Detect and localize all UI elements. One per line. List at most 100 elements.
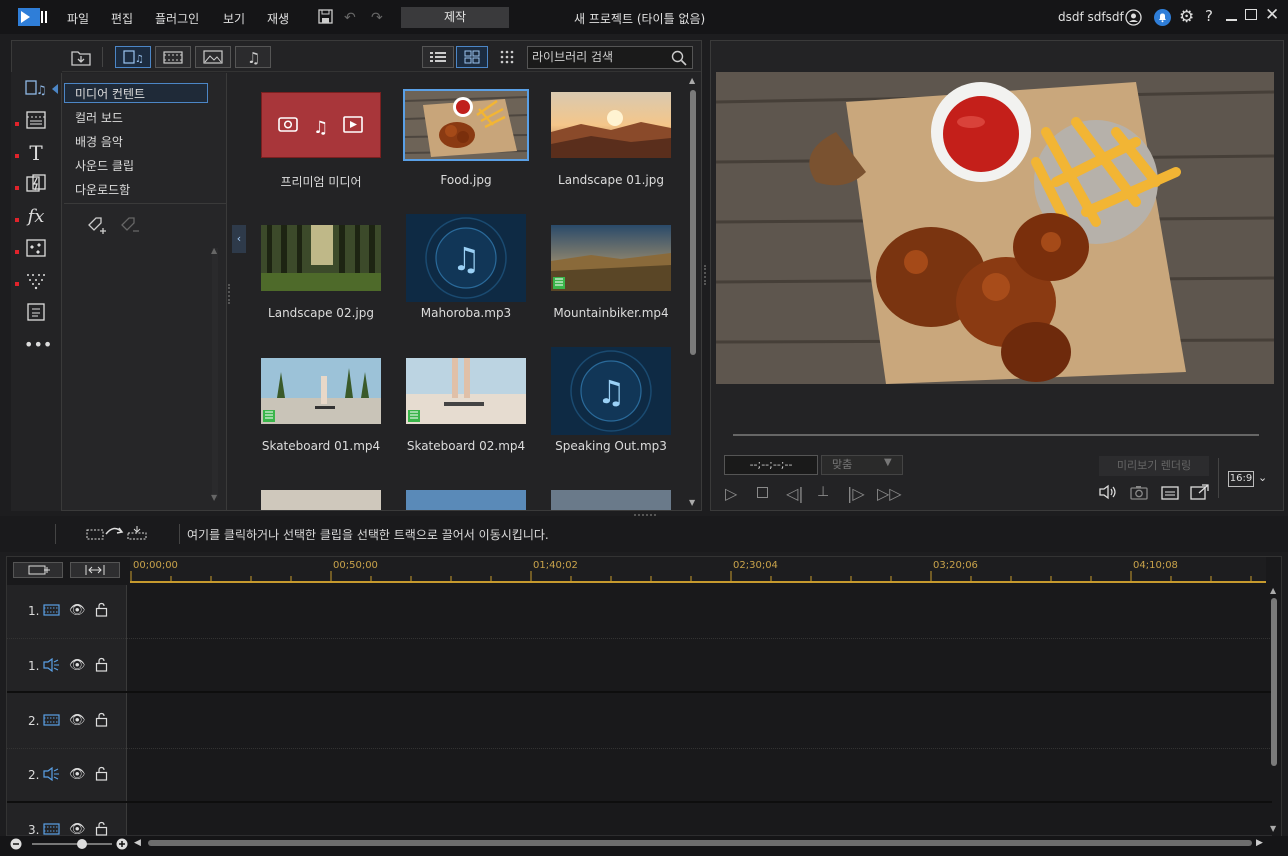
user-avatar-icon[interactable]	[1125, 9, 1142, 26]
grid-view-button[interactable]	[456, 46, 488, 68]
zoom-slider[interactable]	[32, 843, 112, 845]
category-downloads[interactable]: 다운로드함	[75, 181, 130, 198]
pip-room-icon[interactable]	[24, 237, 48, 261]
redo-icon[interactable]: ↷	[371, 10, 383, 26]
filter-image-button[interactable]	[195, 46, 231, 68]
lock-icon[interactable]	[95, 766, 108, 781]
category-background-music[interactable]: 배경 음악	[75, 133, 123, 150]
scroll-up-icon[interactable]: ▲	[1270, 586, 1276, 595]
transition-room-icon[interactable]	[24, 173, 48, 197]
zoom-slider-handle[interactable]	[77, 839, 87, 849]
fit-timeline-button[interactable]	[70, 562, 120, 578]
maximize-icon[interactable]	[1245, 9, 1257, 20]
category-color-board[interactable]: 컬러 보드	[75, 109, 123, 126]
scroll-down-icon[interactable]: ▼	[1270, 824, 1276, 833]
next-frame-icon[interactable]: |▷	[847, 484, 865, 503]
timecode-display[interactable]: --;--;--;--	[724, 455, 818, 475]
minimize-icon[interactable]	[1226, 19, 1237, 21]
library-search-input[interactable]: 라이브러리 검색	[527, 46, 693, 69]
close-icon[interactable]: ✕	[1265, 5, 1279, 25]
help-icon[interactable]: ?	[1205, 7, 1213, 25]
category-sound-clips[interactable]: 사운드 클립	[75, 157, 134, 174]
split-clip-icon[interactable]: ⊥	[817, 484, 829, 500]
particle-room-icon[interactable]	[24, 269, 48, 293]
menu-view[interactable]: 보기	[223, 10, 245, 27]
eye-icon[interactable]: 👁	[69, 603, 86, 618]
menu-edit[interactable]: 편집	[111, 10, 133, 27]
scroll-down-icon[interactable]: ▼	[211, 493, 217, 502]
effect-room-icon[interactable]: fx	[24, 205, 48, 229]
more-rooms-icon[interactable]: •••	[24, 333, 52, 357]
scroll-left-icon[interactable]: ◀	[134, 838, 141, 848]
user-name[interactable]: dsdf sdfsdf	[1058, 10, 1124, 24]
timeline-ruler[interactable]	[130, 557, 1266, 583]
lock-icon[interactable]	[95, 657, 108, 672]
preview-seek-bar[interactable]	[733, 434, 1259, 436]
filter-audio-button[interactable]: ♫	[235, 46, 271, 68]
scroll-up-icon[interactable]: ▲	[689, 76, 695, 85]
notification-bell-icon[interactable]	[1154, 9, 1171, 26]
undo-icon[interactable]: ↶	[344, 10, 356, 26]
filter-video-button[interactable]	[155, 46, 191, 68]
remove-tag-icon[interactable]	[119, 215, 141, 237]
timeline-vertical-scrollbar[interactable]	[1271, 598, 1277, 766]
search-icon[interactable]	[671, 50, 687, 66]
play-icon[interactable]: ▷	[725, 484, 737, 503]
subtitle-toggle-icon[interactable]	[1161, 486, 1179, 500]
volume-icon[interactable]	[1098, 484, 1118, 500]
subtitle-room-icon[interactable]	[24, 301, 48, 325]
filter-all-media-button[interactable]: ♫	[115, 46, 151, 68]
snapshot-camera-icon[interactable]	[1130, 485, 1148, 500]
timeline-horizontal-scrollbar[interactable]	[148, 840, 1252, 846]
category-scrollbar[interactable]	[212, 248, 218, 498]
add-tag-icon[interactable]	[86, 215, 108, 237]
chevron-down-icon[interactable]: ▼	[884, 457, 892, 468]
track-row-audio-2[interactable]	[7, 750, 1272, 803]
render-preview-button[interactable]: 미리보기 렌더링	[1099, 456, 1209, 476]
fast-forward-icon[interactable]: ▷▷	[877, 484, 902, 503]
panel-resize-handle[interactable]	[704, 265, 707, 285]
media-tile-partial[interactable]	[261, 490, 381, 510]
eye-icon[interactable]: 👁	[69, 767, 86, 782]
template-room-icon[interactable]	[24, 109, 48, 133]
category-media-content[interactable]: 미디어 컨텐트	[75, 85, 145, 102]
lock-icon[interactable]	[95, 821, 108, 836]
track-row-audio-1[interactable]	[7, 640, 1272, 693]
produce-tab[interactable]: 제작	[401, 7, 509, 28]
previous-frame-icon[interactable]: ◁|	[786, 484, 804, 503]
menu-playback[interactable]: 재생	[267, 10, 289, 27]
media-grid-scrollbar[interactable]	[690, 90, 696, 355]
media-tile-partial[interactable]	[551, 490, 671, 510]
lock-icon[interactable]	[95, 712, 108, 727]
stop-icon[interactable]	[757, 487, 768, 498]
scroll-down-icon[interactable]: ▼	[689, 498, 695, 507]
dots-grid-icon[interactable]	[500, 50, 514, 64]
move-clip-to-track-icon[interactable]	[86, 524, 152, 542]
title-room-icon[interactable]: T	[24, 141, 48, 165]
collapse-panel-button[interactable]: ‹	[232, 225, 246, 253]
eye-icon[interactable]: 👁	[69, 822, 86, 837]
menu-plugins[interactable]: 플러그인	[155, 10, 199, 27]
timeline-instruction[interactable]: 여기를 클릭하거나 선택한 클립을 선택한 트랙으로 끌어서 이동시킵니다.	[187, 526, 549, 543]
track-row-video-2[interactable]	[7, 695, 1272, 749]
menu-file[interactable]: 파일	[67, 10, 89, 27]
media-room-icon[interactable]: ♫	[24, 77, 48, 101]
zoom-in-icon[interactable]	[116, 838, 128, 850]
scroll-right-icon[interactable]: ▶	[1256, 838, 1263, 848]
eye-icon[interactable]: 👁	[69, 713, 86, 728]
undock-preview-icon[interactable]	[1190, 484, 1210, 500]
lock-icon[interactable]	[95, 602, 108, 617]
panel-resize-handle[interactable]	[228, 284, 231, 304]
aspect-chevron-icon[interactable]: ⌄	[1258, 471, 1267, 484]
import-media-icon[interactable]	[71, 48, 91, 66]
track-row-video-1[interactable]	[7, 585, 1272, 639]
track-manager-button[interactable]	[13, 562, 63, 578]
settings-gear-icon[interactable]: ⚙	[1179, 7, 1194, 27]
aspect-ratio-button[interactable]: 16:9	[1228, 471, 1254, 487]
list-view-button[interactable]	[422, 46, 454, 68]
eye-icon[interactable]: 👁	[69, 658, 86, 673]
zoom-out-icon[interactable]	[10, 838, 22, 850]
save-icon[interactable]	[318, 9, 333, 24]
scroll-up-icon[interactable]: ▲	[211, 246, 217, 255]
media-tile-partial[interactable]	[406, 490, 526, 510]
